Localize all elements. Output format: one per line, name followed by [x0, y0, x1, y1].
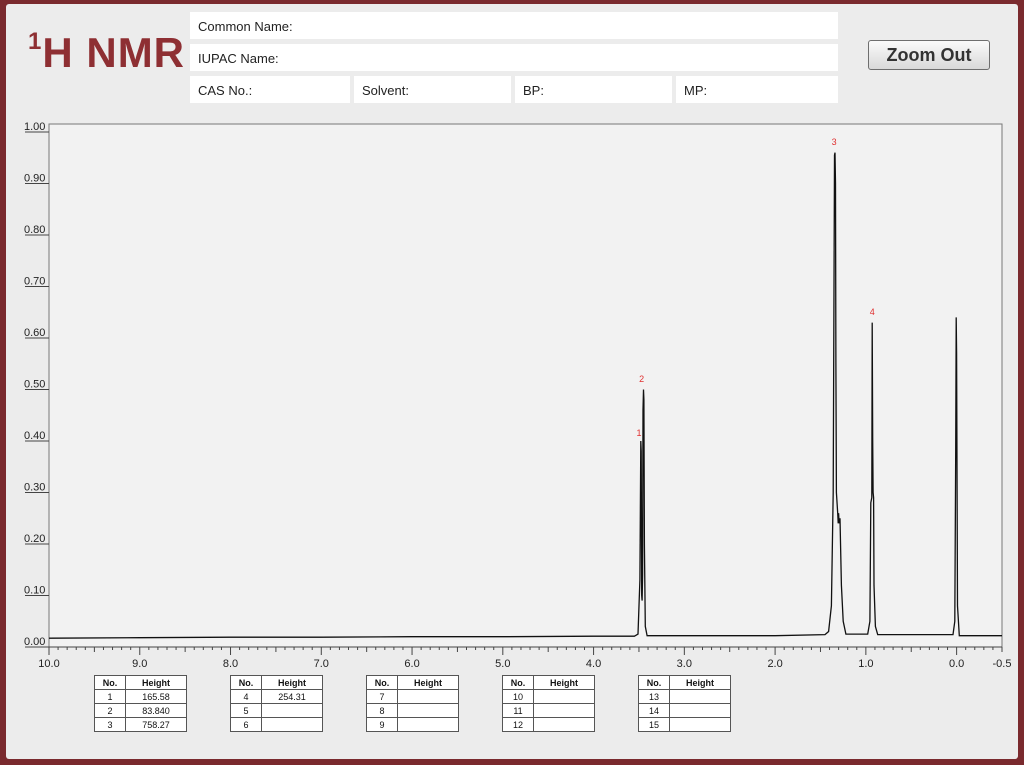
peak-height: 165.58: [125, 689, 187, 704]
peak-no: 14: [638, 703, 670, 718]
peak-height: [397, 717, 459, 732]
peak-height: [533, 689, 595, 704]
peak-table-1: No. Height 1 165.58 2 83.840 3 758.27: [94, 675, 187, 732]
y-axis: 0.00 0.10 0.20 0.30 0.40 0.50 0.60 0.70 0.80 0.90…: [24, 121, 49, 648]
x-tick-label: 9.0: [132, 658, 147, 670]
peak-height: [669, 689, 731, 704]
x-tick-label: 1.0: [858, 658, 873, 670]
y-tick-label: 0.30: [24, 482, 45, 494]
y-tick-label: 0.70: [24, 276, 45, 288]
peak-height: [669, 717, 731, 732]
y-tick-label: 0.20: [24, 533, 45, 545]
x-tick-label: 2.0: [767, 658, 782, 670]
peak-label-2: 2: [639, 374, 644, 384]
peak-height: 758.27: [125, 717, 187, 732]
peak-label-3: 3: [832, 137, 837, 147]
peak-no: 13: [638, 689, 670, 704]
nmr-panel: 1H NMR Common Name: IUPAC Name: CAS No.:…: [6, 4, 1018, 759]
col-no-header: No.: [94, 675, 126, 690]
y-tick-label: 0.00: [24, 636, 45, 648]
x-tick-label: 8.0: [223, 658, 238, 670]
y-tick-label: 0.40: [24, 430, 45, 442]
peak-height: [533, 717, 595, 732]
col-height-header: Height: [533, 675, 595, 690]
peak-height: [261, 717, 323, 732]
peak-no: 4: [230, 689, 262, 704]
peak-no: 6: [230, 717, 262, 732]
peak-no: 5: [230, 703, 262, 718]
x-tick-label: 4.0: [586, 658, 601, 670]
col-no-header: No.: [502, 675, 534, 690]
x-tick-label: 5.0: [495, 658, 510, 670]
x-tick-label: 10.0: [38, 658, 59, 670]
peak-table-5: No. Height 13 14 15: [638, 675, 731, 732]
x-tick-label: 7.0: [314, 658, 329, 670]
y-tick-label: 0.60: [24, 327, 45, 339]
peak-height: 254.31: [261, 689, 323, 704]
peak-no: 11: [502, 703, 534, 718]
col-no-header: No.: [230, 675, 262, 690]
peak-height: 83.840: [125, 703, 187, 718]
peak-table-3: No. Height 7 8 9: [366, 675, 459, 732]
peak-no: 1: [94, 689, 126, 704]
col-height-header: Height: [669, 675, 731, 690]
x-tick-label: 6.0: [404, 658, 419, 670]
peak-no: 7: [366, 689, 398, 704]
y-tick-label: 0.90: [24, 173, 45, 185]
nmr-spectrum-chart[interactable]: 0.00 0.10 0.20 0.30 0.40 0.50 0.60 0.70 0.80 0.90…: [6, 4, 1018, 674]
col-height-header: Height: [125, 675, 187, 690]
col-no-header: No.: [638, 675, 670, 690]
x-tick-label: 3.0: [677, 658, 692, 670]
peak-label-1: 1: [636, 428, 641, 438]
peak-height: [533, 703, 595, 718]
peak-no: 2: [94, 703, 126, 718]
peak-no: 8: [366, 703, 398, 718]
peak-no: 12: [502, 717, 534, 732]
peak-table-4: No. Height 10 11 12: [502, 675, 595, 732]
peak-no: 15: [638, 717, 670, 732]
peak-height: [397, 689, 459, 704]
x-axis: 10.0 9.0 8.0 7.0 6.0 5.0 4.0 3.0 2.0 1.0 0.0 -0.5: [38, 646, 1012, 670]
peak-height: [397, 703, 459, 718]
peak-label-4: 4: [870, 307, 875, 317]
peak-no: 9: [366, 717, 398, 732]
plot-area: [48, 123, 1003, 648]
peak-no: 10: [502, 689, 534, 704]
peak-no: 3: [94, 717, 126, 732]
y-tick-label: 0.50: [24, 379, 45, 391]
peak-height: [669, 703, 731, 718]
y-tick-label: 0.80: [24, 224, 45, 236]
col-height-header: Height: [261, 675, 323, 690]
col-height-header: Height: [397, 675, 459, 690]
x-tick-label: 0.0: [949, 658, 964, 670]
peak-table-2: No. Height 4 254.31 5 6: [230, 675, 323, 732]
y-tick-label: 0.10: [24, 585, 45, 597]
peak-height: [261, 703, 323, 718]
y-tick-label: 1.00: [24, 121, 45, 133]
col-no-header: No.: [366, 675, 398, 690]
x-tick-label: -0.5: [993, 658, 1012, 670]
